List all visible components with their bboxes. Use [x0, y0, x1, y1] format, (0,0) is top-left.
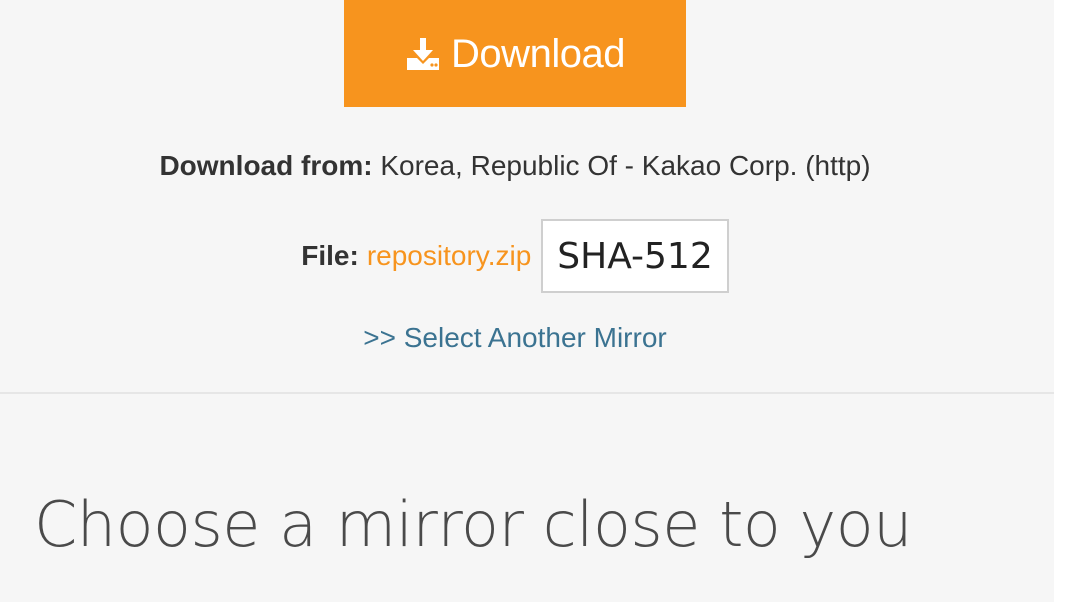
select-another-mirror-link[interactable]: >> Select Another Mirror	[0, 322, 1030, 354]
download-button[interactable]: Download	[344, 0, 686, 107]
file-link[interactable]: repository.zip	[367, 240, 531, 272]
file-row: File: repository.zip SHA-512	[0, 219, 1030, 293]
sha512-button[interactable]: SHA-512	[541, 219, 729, 293]
download-icon	[405, 36, 441, 72]
section-title: Choose a mirror close to you	[34, 488, 912, 561]
download-button-label: Download	[451, 31, 625, 76]
download-from-label: Download from:	[159, 150, 373, 181]
file-label: File:	[301, 240, 359, 271]
download-source: Download from: Korea, Republic Of - Kaka…	[0, 150, 1030, 182]
download-panel: Download Download from: Korea, Republic …	[0, 0, 1054, 394]
download-from-value: Korea, Republic Of - Kakao Corp. (http)	[380, 150, 871, 181]
